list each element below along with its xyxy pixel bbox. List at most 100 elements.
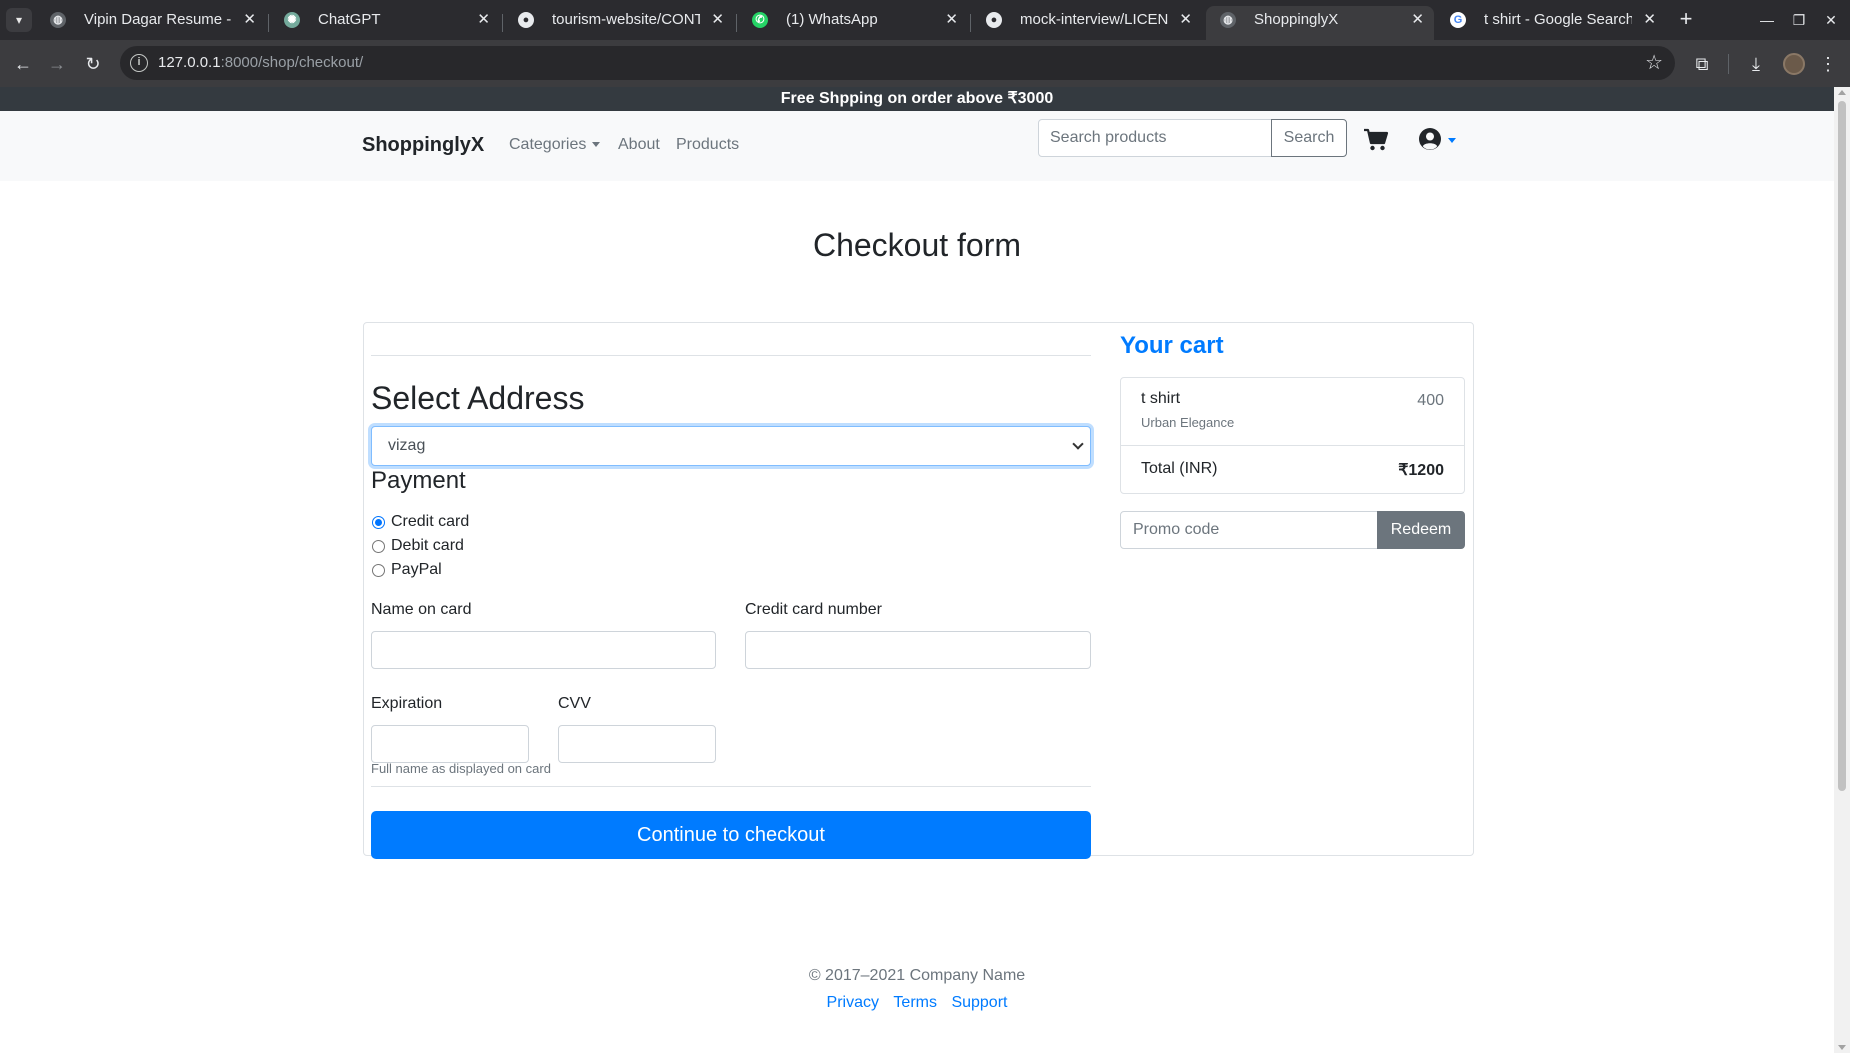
url-text: 127.0.0.1:8000/shop/checkout/ bbox=[158, 54, 364, 71]
nav-categories-dropdown[interactable]: Categories bbox=[509, 136, 601, 154]
tab-title: t shirt - Google Search bbox=[1484, 11, 1632, 28]
close-tab-icon[interactable]: ✕ bbox=[1411, 6, 1424, 34]
reload-icon[interactable]: ↻ bbox=[78, 50, 108, 78]
github-icon: ● bbox=[986, 12, 1002, 28]
browser-tab[interactable]: G t shirt - Google Search ✕ bbox=[1436, 6, 1666, 40]
browser-tab[interactable]: ● tourism-website/CONTI ✕ bbox=[504, 6, 734, 40]
cvv-label: CVV bbox=[558, 695, 591, 712]
github-icon: ● bbox=[518, 12, 534, 28]
cart-total-label: Total (INR) bbox=[1141, 460, 1218, 477]
browser-tab[interactable]: ◍ Vipin Dagar Resume - G ✕ bbox=[36, 6, 266, 40]
close-tab-icon[interactable]: ✕ bbox=[243, 6, 256, 34]
name-on-card-help: Full name as displayed on card bbox=[371, 761, 551, 776]
extensions-icon[interactable]: ⧉ bbox=[1688, 50, 1716, 78]
site-navbar: ShoppinglyX Categories About Products Se… bbox=[0, 111, 1834, 181]
tab-title: Vipin Dagar Resume - G bbox=[84, 11, 232, 28]
toolbar-divider bbox=[1728, 54, 1729, 74]
tab-search-button[interactable]: ▾ bbox=[6, 8, 32, 32]
page-viewport: Free Shpping on order above ₹3000 Shoppi… bbox=[0, 87, 1834, 1053]
divider bbox=[1121, 445, 1464, 446]
close-tab-icon[interactable]: ✕ bbox=[711, 6, 724, 34]
card-number-input[interactable] bbox=[745, 631, 1091, 669]
name-on-card-input[interactable] bbox=[371, 631, 716, 669]
radio-label: Credit card bbox=[391, 513, 470, 530]
footer-links: Privacy Terms Support bbox=[0, 994, 1834, 1012]
continue-to-checkout-button[interactable]: Continue to checkout bbox=[371, 811, 1091, 859]
expiration-label: Expiration bbox=[371, 695, 443, 712]
cvv-input[interactable] bbox=[558, 725, 716, 763]
divider bbox=[371, 355, 1091, 356]
site-brand[interactable]: ShoppinglyX bbox=[362, 134, 484, 157]
browser-tab[interactable]: ✆ (1) WhatsApp ✕ bbox=[738, 6, 968, 40]
whatsapp-icon: ✆ bbox=[752, 12, 768, 28]
address-select[interactable]: vizag bbox=[371, 426, 1091, 466]
redeem-button[interactable]: Redeem bbox=[1377, 511, 1465, 549]
tab-title: ChatGPT bbox=[318, 11, 381, 28]
expiration-input[interactable] bbox=[371, 725, 529, 763]
scrollbar-thumb[interactable] bbox=[1838, 101, 1846, 791]
cart-item-name: t shirt bbox=[1141, 390, 1181, 407]
address-bar[interactable]: i 127.0.0.1:8000/shop/checkout/ ☆ bbox=[120, 46, 1675, 80]
radio-label: PayPal bbox=[391, 561, 442, 578]
credit-card-radio[interactable] bbox=[372, 516, 385, 529]
cart-item-price: 400 bbox=[1417, 392, 1444, 409]
browser-tab-active[interactable]: ◍ ShoppinglyX ✕ bbox=[1206, 6, 1434, 40]
radio-label: Debit card bbox=[391, 537, 464, 554]
close-tab-icon[interactable]: ✕ bbox=[1179, 6, 1192, 34]
footer-link-support[interactable]: Support bbox=[951, 994, 1007, 1011]
close-tab-icon[interactable]: ✕ bbox=[1643, 6, 1656, 34]
search-input[interactable] bbox=[1038, 119, 1272, 157]
minimize-icon[interactable]: — bbox=[1752, 8, 1782, 32]
scroll-down-icon[interactable] bbox=[1838, 1045, 1846, 1050]
forward-icon[interactable]: → bbox=[42, 50, 72, 78]
tab-title: (1) WhatsApp bbox=[786, 11, 878, 28]
divider bbox=[371, 786, 1091, 787]
close-tab-icon[interactable]: ✕ bbox=[477, 6, 490, 34]
chevron-down-icon bbox=[1072, 438, 1084, 450]
browser-tab[interactable]: ✺ ChatGPT ✕ bbox=[270, 6, 500, 40]
user-menu-caret-icon[interactable] bbox=[1448, 138, 1456, 143]
close-window-icon[interactable]: ✕ bbox=[1816, 8, 1846, 32]
browser-tab[interactable]: ● mock-interview/LICENS ✕ bbox=[972, 6, 1202, 40]
nav-about[interactable]: About bbox=[618, 136, 660, 154]
promo-code-input[interactable] bbox=[1120, 511, 1378, 549]
page-scrollbar[interactable] bbox=[1834, 87, 1850, 1053]
search-button[interactable]: Search bbox=[1271, 119, 1347, 157]
user-account-icon[interactable] bbox=[1418, 127, 1442, 151]
tab-separator bbox=[502, 14, 503, 32]
globe-icon: ◍ bbox=[50, 12, 66, 28]
browser-menu-icon[interactable]: ⋮ bbox=[1814, 50, 1842, 78]
site-info-icon[interactable]: i bbox=[130, 54, 148, 72]
cart-summary: t shirt Urban Elegance 400 Total (INR) ₹… bbox=[1120, 377, 1465, 494]
scroll-up-icon[interactable] bbox=[1838, 90, 1846, 95]
chatgpt-icon: ✺ bbox=[284, 12, 300, 28]
back-icon[interactable]: ← bbox=[8, 50, 38, 78]
cart-item-brand: Urban Elegance bbox=[1141, 415, 1235, 430]
tab-separator bbox=[268, 14, 269, 32]
footer-link-terms[interactable]: Terms bbox=[893, 994, 937, 1011]
tab-title: mock-interview/LICENS bbox=[1020, 11, 1168, 28]
close-tab-icon[interactable]: ✕ bbox=[945, 6, 958, 34]
card-number-label: Credit card number bbox=[745, 601, 882, 618]
google-icon: G bbox=[1450, 12, 1466, 28]
tab-separator bbox=[736, 14, 737, 32]
name-on-card-label: Name on card bbox=[371, 601, 472, 618]
profile-avatar[interactable] bbox=[1783, 53, 1805, 75]
your-cart-heading: Your cart bbox=[1120, 332, 1224, 359]
nav-products[interactable]: Products bbox=[676, 136, 739, 154]
tab-separator bbox=[970, 14, 971, 32]
paypal-radio[interactable] bbox=[372, 564, 385, 577]
footer-link-privacy[interactable]: Privacy bbox=[827, 994, 879, 1011]
cart-total-value: ₹1200 bbox=[1398, 462, 1444, 479]
shopping-cart-icon[interactable] bbox=[1363, 128, 1389, 152]
footer-copyright: © 2017–2021 Company Name bbox=[808, 967, 1026, 984]
debit-card-radio[interactable] bbox=[372, 540, 385, 553]
chevron-down-icon bbox=[592, 142, 601, 148]
new-tab-icon[interactable]: + bbox=[1672, 6, 1700, 34]
address-select-value: vizag bbox=[388, 437, 426, 454]
bookmark-star-icon[interactable]: ☆ bbox=[1645, 50, 1663, 75]
browser-tab-strip: ▾ ◍ Vipin Dagar Resume - G ✕ ✺ ChatGPT ✕… bbox=[0, 0, 1850, 40]
download-icon[interactable]: ⤓ bbox=[1742, 50, 1770, 78]
restore-icon[interactable]: ❐ bbox=[1784, 8, 1814, 32]
select-address-heading: Select Address bbox=[371, 380, 585, 416]
